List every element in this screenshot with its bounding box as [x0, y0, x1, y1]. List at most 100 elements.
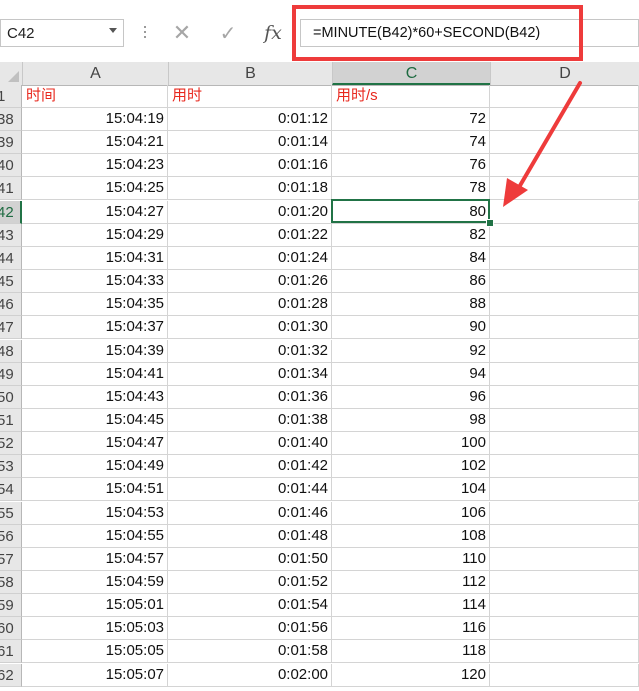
row-header[interactable]: 57 [0, 547, 22, 571]
time-cell[interactable]: 15:04:35 [22, 293, 168, 317]
insert-function-icon[interactable]: fx [260, 19, 286, 47]
seconds-cell[interactable]: 78 [332, 177, 490, 201]
grid-cell[interactable] [490, 270, 639, 293]
seconds-cell[interactable]: 116 [332, 617, 490, 641]
seconds-cell[interactable]: 94 [332, 362, 490, 386]
time-cell[interactable]: 15:04:49 [22, 455, 168, 479]
seconds-cell[interactable]: 88 [332, 293, 490, 317]
select-all-button[interactable] [0, 62, 22, 85]
seconds-cell[interactable]: 112 [332, 571, 490, 594]
seconds-cell[interactable]: 108 [332, 524, 490, 548]
duration-cell[interactable]: 0:01:30 [168, 316, 332, 340]
row-header[interactable]: 60 [0, 617, 22, 641]
time-cell[interactable]: 15:04:27 [22, 200, 168, 224]
seconds-cell[interactable]: 98 [332, 408, 490, 432]
time-cell[interactable]: 15:04:55 [22, 524, 168, 548]
row-header[interactable]: 56 [0, 524, 22, 548]
row-header[interactable]: 43 [0, 223, 22, 247]
resize-grip-icon[interactable] [144, 26, 147, 42]
seconds-cell[interactable]: 104 [332, 478, 490, 502]
row-header[interactable]: 40 [0, 154, 22, 178]
header-cell-duration[interactable]: 用时 [168, 85, 332, 108]
grid-cell[interactable] [490, 501, 639, 525]
grid-cell[interactable] [490, 85, 639, 108]
time-cell[interactable]: 15:04:29 [22, 223, 168, 247]
row-header[interactable]: 51 [0, 408, 22, 432]
time-cell[interactable]: 15:04:31 [22, 246, 168, 270]
row-header[interactable]: 58 [0, 571, 22, 594]
column-header-c[interactable]: C [332, 62, 490, 85]
duration-cell[interactable]: 0:01:32 [168, 339, 332, 363]
grid-cell[interactable] [490, 663, 639, 687]
grid-cell[interactable] [490, 594, 639, 618]
row-header[interactable]: 54 [0, 478, 22, 502]
time-cell[interactable]: 15:04:53 [22, 501, 168, 525]
grid-cell[interactable] [490, 478, 639, 502]
seconds-cell[interactable]: 114 [332, 594, 490, 618]
grid-cell[interactable] [490, 547, 639, 571]
row-header[interactable]: 49 [0, 362, 22, 386]
seconds-cell[interactable]: 90 [332, 316, 490, 340]
time-cell[interactable]: 15:04:21 [22, 131, 168, 155]
duration-cell[interactable]: 0:01:22 [168, 223, 332, 247]
seconds-cell[interactable]: 100 [332, 432, 490, 456]
grid-cell[interactable] [490, 432, 639, 456]
time-cell[interactable]: 15:04:23 [22, 154, 168, 178]
duration-cell[interactable]: 0:01:58 [168, 640, 332, 664]
duration-cell[interactable]: 0:01:54 [168, 594, 332, 618]
header-cell-seconds[interactable]: 用时/s [332, 85, 490, 108]
row-header[interactable]: 52 [0, 432, 22, 456]
duration-cell[interactable]: 0:01:48 [168, 524, 332, 548]
seconds-cell[interactable]: 110 [332, 547, 490, 571]
time-cell[interactable]: 15:04:43 [22, 385, 168, 409]
duration-cell[interactable]: 0:01:38 [168, 408, 332, 432]
duration-cell[interactable]: 0:01:26 [168, 270, 332, 293]
duration-cell[interactable]: 0:01:52 [168, 571, 332, 594]
grid-cell[interactable] [490, 571, 639, 594]
cancel-icon[interactable]: ✕ [170, 19, 194, 47]
duration-cell[interactable]: 0:01:34 [168, 362, 332, 386]
seconds-cell[interactable]: 76 [332, 154, 490, 178]
seconds-cell[interactable]: 84 [332, 246, 490, 270]
column-header-a[interactable]: A [22, 62, 168, 85]
time-cell[interactable]: 15:05:07 [22, 663, 168, 687]
grid-cell[interactable] [490, 339, 639, 363]
duration-cell[interactable]: 0:01:28 [168, 293, 332, 317]
row-header[interactable]: 61 [0, 640, 22, 664]
time-cell[interactable]: 15:05:01 [22, 594, 168, 618]
time-cell[interactable]: 15:04:39 [22, 339, 168, 363]
seconds-cell[interactable]: 102 [332, 455, 490, 479]
grid-cell[interactable] [490, 154, 639, 178]
time-cell[interactable]: 15:04:51 [22, 478, 168, 502]
seconds-cell[interactable]: 86 [332, 270, 490, 293]
row-header[interactable]: 48 [0, 339, 22, 363]
duration-cell[interactable]: 0:02:00 [168, 663, 332, 687]
duration-cell[interactable]: 0:01:20 [168, 200, 332, 224]
seconds-cell[interactable]: 106 [332, 501, 490, 525]
duration-cell[interactable]: 0:01:18 [168, 177, 332, 201]
duration-cell[interactable]: 0:01:36 [168, 385, 332, 409]
grid-cell[interactable] [490, 640, 639, 664]
row-header[interactable]: 41 [0, 177, 22, 201]
name-box[interactable]: C42 [0, 19, 124, 47]
name-box-dropdown-icon[interactable] [109, 28, 117, 33]
time-cell[interactable]: 15:04:33 [22, 270, 168, 293]
column-header-b[interactable]: B [168, 62, 332, 85]
grid-cell[interactable] [490, 293, 639, 317]
grid-cell[interactable] [490, 455, 639, 479]
duration-cell[interactable]: 0:01:42 [168, 455, 332, 479]
row-header[interactable]: 53 [0, 455, 22, 479]
duration-cell[interactable]: 0:01:24 [168, 246, 332, 270]
seconds-cell[interactable]: 96 [332, 385, 490, 409]
time-cell[interactable]: 15:04:57 [22, 547, 168, 571]
grid-cell[interactable] [490, 524, 639, 548]
duration-cell[interactable]: 0:01:44 [168, 478, 332, 502]
duration-cell[interactable]: 0:01:46 [168, 501, 332, 525]
seconds-cell[interactable]: 72 [332, 108, 490, 131]
seconds-cell[interactable]: 82 [332, 223, 490, 247]
seconds-cell[interactable]: 74 [332, 131, 490, 155]
seconds-cell[interactable]: 118 [332, 640, 490, 664]
row-header[interactable]: 1 [0, 85, 22, 108]
time-cell[interactable]: 15:05:05 [22, 640, 168, 664]
time-cell[interactable]: 15:04:25 [22, 177, 168, 201]
